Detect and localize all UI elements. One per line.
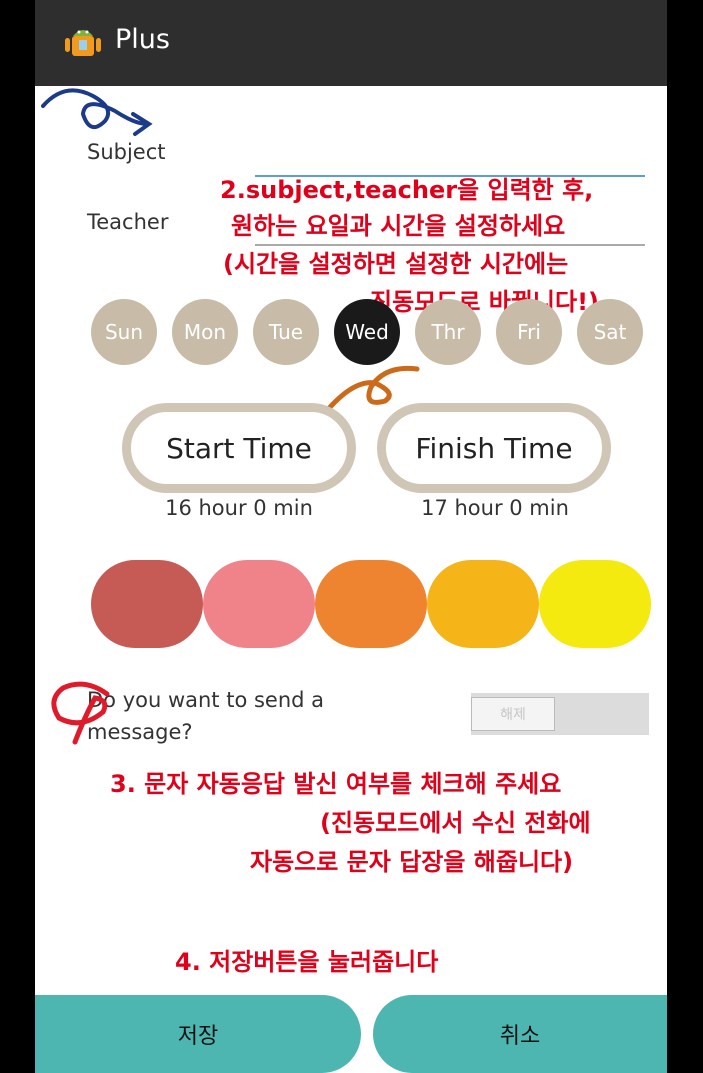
android-icon bbox=[65, 30, 101, 56]
start-time-value: 16 hour 0 min bbox=[165, 496, 313, 520]
send-message-toggle[interactable]: 해제 bbox=[471, 693, 649, 735]
color-swatch-4[interactable] bbox=[427, 560, 539, 648]
finish-time-button[interactable]: Finish Time bbox=[377, 403, 611, 493]
day-mon[interactable]: Mon bbox=[172, 299, 238, 365]
action-bar: Plus bbox=[35, 0, 667, 86]
subject-label: Subject bbox=[87, 140, 166, 164]
step3-annotation-line2: (진동모드에서 수신 전화에 bbox=[320, 809, 591, 837]
step2-annotation-line4: 진동모드로 바뀝니다!) bbox=[370, 288, 599, 316]
red-circle-icon bbox=[51, 681, 110, 745]
step2-annotation-line2: 원하는 요일과 시간을 설정하세요 bbox=[231, 212, 566, 240]
start-time-button[interactable]: Start Time bbox=[122, 403, 356, 493]
color-swatch-1[interactable] bbox=[91, 560, 203, 648]
right-black-bar bbox=[667, 0, 703, 1073]
step2-annotation-line1: 2.subject,teacher을 입력한 후, bbox=[220, 176, 594, 204]
step4-annotation: 4. 저장버튼을 눌러줍니다 bbox=[175, 948, 439, 976]
day-fri[interactable]: Fri bbox=[496, 299, 562, 365]
finish-time-value: 17 hour 0 min bbox=[421, 496, 569, 520]
save-button[interactable]: 저장 bbox=[35, 995, 361, 1073]
app-screen: Plus Subject Teacher 2.subject,teacher을 … bbox=[35, 0, 667, 1073]
step2-annotation-line3: (시간을 설정하면 설정한 시간에는 bbox=[223, 250, 569, 278]
toggle-knob[interactable]: 해제 bbox=[471, 697, 555, 731]
day-sat[interactable]: Sat bbox=[577, 299, 643, 365]
app-title: Plus bbox=[115, 24, 170, 55]
day-wed[interactable]: Wed bbox=[334, 299, 400, 365]
day-thr[interactable]: Thr bbox=[415, 299, 481, 365]
curl-arrow-icon bbox=[41, 88, 153, 136]
teacher-label: Teacher bbox=[87, 210, 169, 234]
step3-annotation-line3: 자동으로 문자 답장을 해줍니다) bbox=[250, 848, 574, 876]
day-sun[interactable]: Sun bbox=[91, 299, 157, 365]
step3-annotation-line1: 3. 문자 자동응답 발신 여부를 체크해 주세요 bbox=[110, 770, 562, 798]
day-tue[interactable]: Tue bbox=[253, 299, 319, 365]
cancel-button[interactable]: 취소 bbox=[373, 995, 667, 1073]
color-swatch-5[interactable] bbox=[539, 560, 651, 648]
color-swatch-3[interactable] bbox=[315, 560, 427, 648]
color-swatch-2[interactable] bbox=[203, 560, 315, 648]
left-black-bar bbox=[0, 0, 35, 1073]
